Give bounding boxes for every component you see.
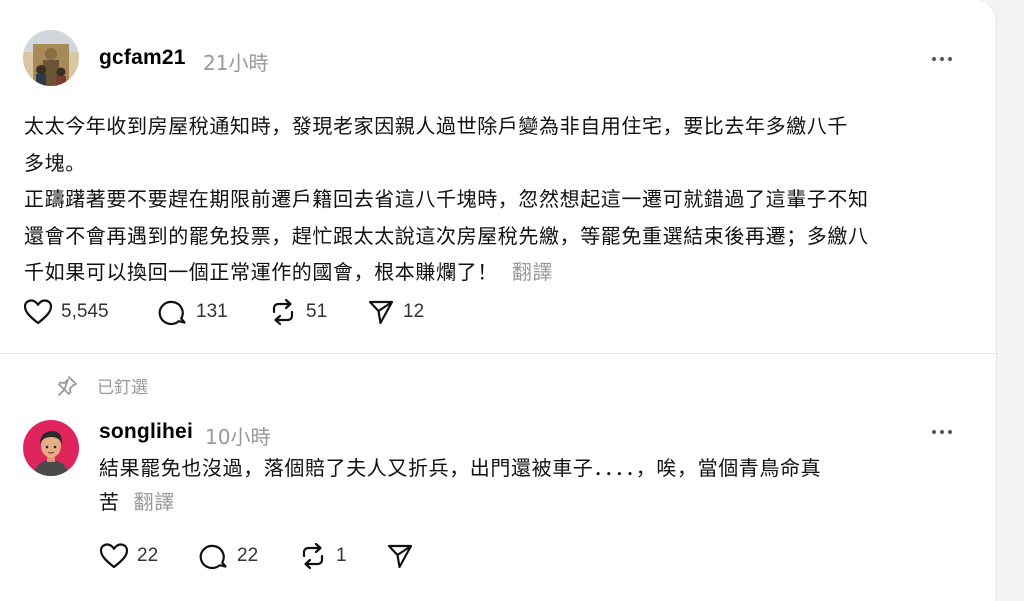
post-like-button[interactable]: 5,545 — [23, 298, 109, 326]
post-body-line: 太太今年收到房屋稅通知時，發現老家因親人過世除戶變為非自用住宅，要比去年多繳八千 — [24, 114, 848, 138]
post-body-line: 正躊躇著要不要趕在期限前遷戶籍回去省這八千塊時，忽然想起這一遷可就錯過了這輩子不… — [24, 187, 869, 211]
post-body-line: 千如果可以換回一個正常運作的國會，根本賺爛了！ 翻譯 — [24, 254, 869, 291]
send-icon — [387, 544, 413, 569]
repost-icon — [272, 298, 294, 326]
reply-reply-button[interactable]: 22 — [199, 542, 258, 570]
reply-body: 結果罷免也沒過，落個賠了夫人又折兵，出門還被車子．．．．，唉，當個青鳥命真 苦翻… — [99, 451, 821, 519]
comment-icon — [158, 300, 186, 326]
post-body-line-text: 千如果可以換回一個正常運作的國會，根本賺爛了！ — [24, 260, 498, 284]
post-body-line: 還會不會再遇到的罷免投票，趕忙跟太太說這次房屋稅先繳，等罷免重選結束後再遷；多繳… — [24, 223, 869, 248]
post-share-count: 12 — [403, 301, 425, 322]
heart-icon — [23, 299, 53, 325]
reply-author-name[interactable]: songlihei — [99, 420, 193, 444]
send-icon — [368, 300, 394, 325]
thread-card: gcfam21 21小時 太太今年收到房屋稅通知時，發現老家因親人過世除戶變為非… — [0, 0, 997, 601]
post-share-button[interactable]: 12 — [367, 298, 424, 326]
reply-body-line: 苦翻譯 — [99, 485, 821, 519]
reply-reply-count: 22 — [237, 545, 259, 566]
post-repost-count: 51 — [306, 301, 328, 322]
pinned-indicator: 已釘選 — [55, 373, 148, 398]
post-repost-button[interactable]: 51 — [268, 298, 327, 326]
reply-translate-link[interactable]: 翻譯 — [134, 490, 175, 514]
heart-icon — [99, 543, 129, 569]
reply-body-line: 結果罷免也沒過，落個賠了夫人又折兵，出門還被車子．．．．，唉，當個青鳥命真 — [99, 456, 822, 480]
post-body: 太太今年收到房屋稅通知時，發現老家因親人過世除戶變為非自用住宅，要比去年多繳八千… — [24, 108, 869, 291]
reply-more-icon[interactable] — [932, 428, 956, 436]
post-translate-link[interactable]: 翻譯 — [512, 260, 553, 284]
reply-body-line-text: 苦 — [99, 490, 120, 514]
reply-like-button[interactable]: 22 — [99, 542, 158, 570]
reply-timestamp[interactable]: 10小時 — [205, 421, 270, 450]
post-body-line: 多塊。 — [24, 150, 86, 175]
post-more-icon[interactable] — [932, 55, 956, 63]
post-author-name[interactable]: gcfam21 — [99, 46, 186, 70]
reply-like-count: 22 — [137, 545, 159, 566]
comment-icon — [199, 544, 227, 570]
repost-icon — [302, 542, 324, 570]
post-reply-button[interactable]: 131 — [158, 298, 228, 326]
post-reply-count: 131 — [196, 301, 228, 322]
reply-author-avatar[interactable] — [23, 420, 79, 476]
reply-share-button[interactable] — [386, 542, 414, 570]
pinned-label: 已釘選 — [97, 378, 148, 398]
reply-repost-count: 1 — [336, 545, 347, 566]
divider — [0, 353, 996, 354]
post-timestamp[interactable]: 21小時 — [203, 47, 268, 76]
post-author-avatar[interactable] — [23, 30, 79, 86]
reply-repost-button[interactable]: 1 — [298, 542, 347, 570]
post-like-count: 5,545 — [61, 301, 109, 322]
pin-icon — [58, 375, 77, 396]
